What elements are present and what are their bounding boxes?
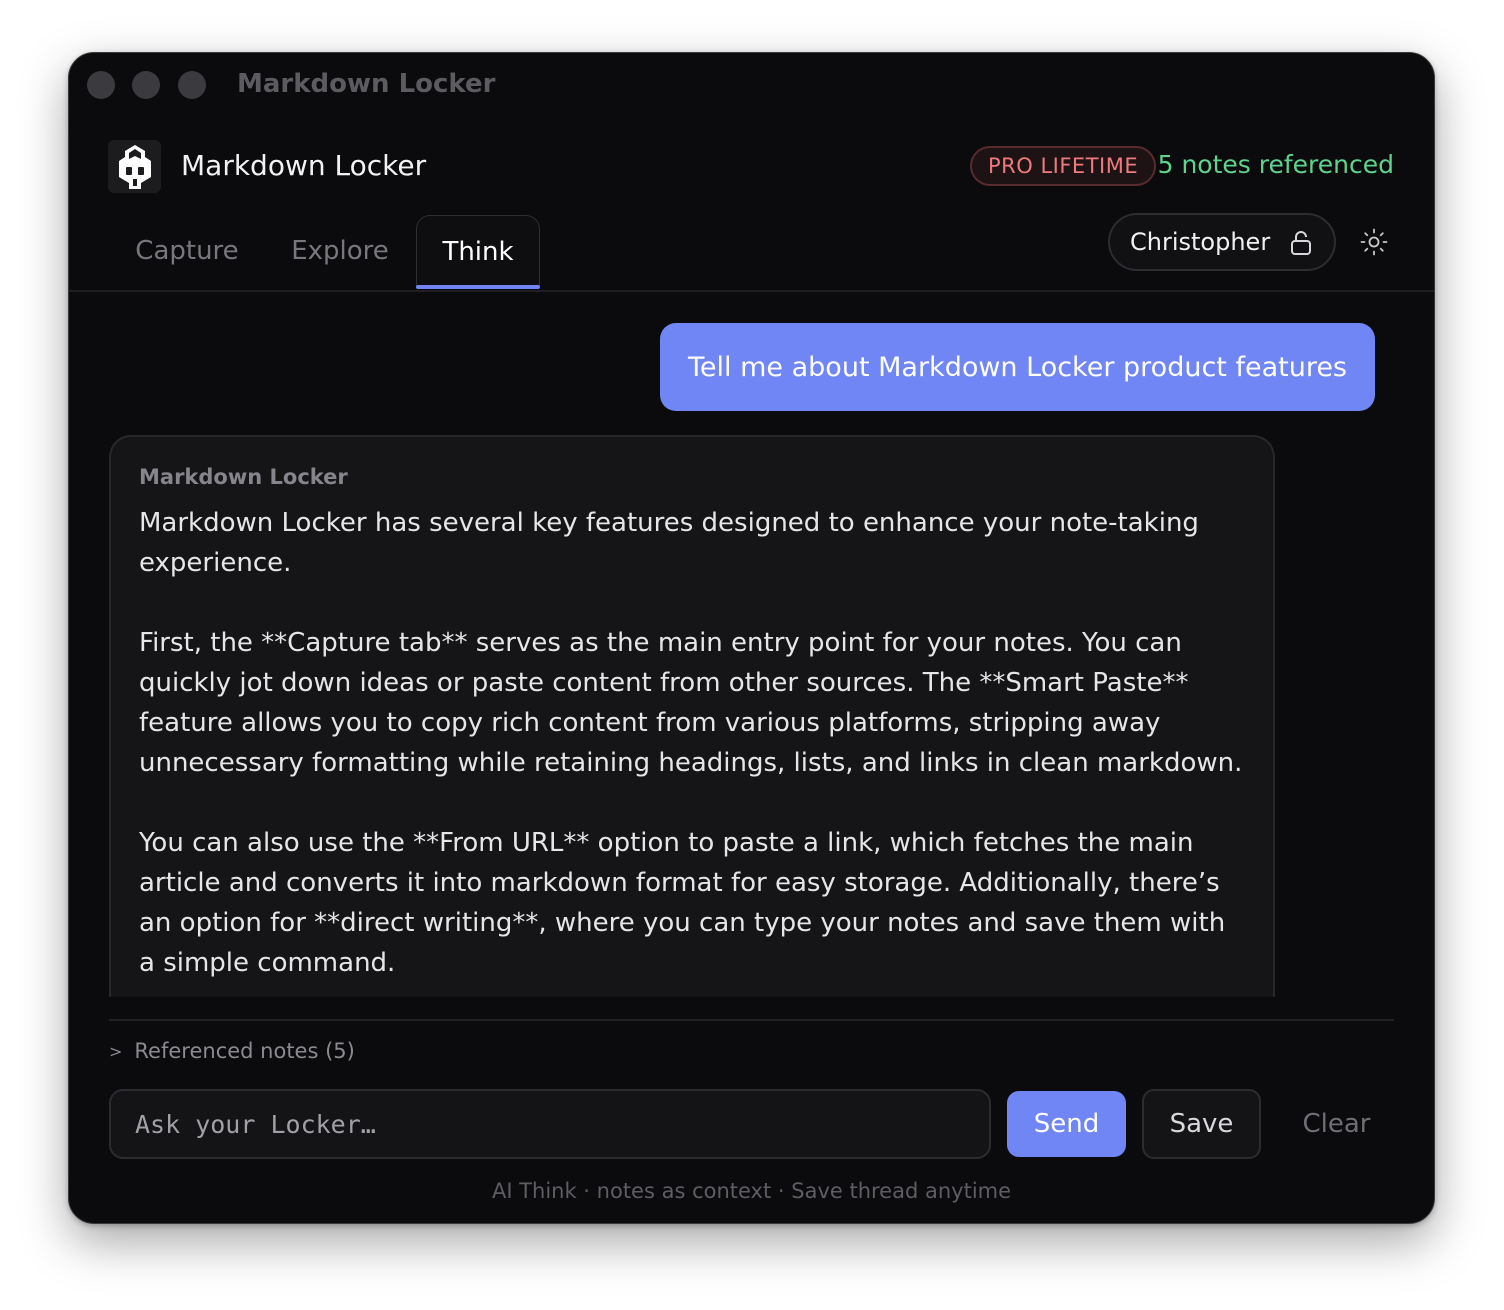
sun-icon[interactable] [1359, 227, 1389, 257]
tab-capture[interactable]: Capture [113, 215, 261, 287]
footer-note: AI Think · notes as context · Save threa… [491, 1179, 1012, 1203]
composer-divider [109, 1019, 1394, 1021]
window-title: Markdown Locker [237, 69, 496, 99]
app-window: Markdown Locker Markdown Locker PRO LIFE… [68, 52, 1435, 1224]
tab-explore[interactable]: Explore [269, 215, 411, 287]
chevron-right-icon: > [109, 1041, 123, 1061]
header-divider [69, 290, 1434, 292]
assistant-paragraph: Markdown Locker has several key features… [139, 508, 1199, 578]
clear-button[interactable]: Clear [1277, 1089, 1396, 1159]
assistant-text: Markdown Locker has several key features… [139, 503, 1245, 983]
user-name: Christopher [1130, 228, 1271, 256]
assistant-name: Markdown Locker [139, 465, 348, 489]
user-switcher[interactable]: Christopher [1108, 213, 1336, 271]
notes-referenced-status: 5 notes referenced [1157, 150, 1394, 179]
referenced-notes-toggle[interactable]: > Referenced notes (5) [109, 1039, 355, 1063]
assistant-paragraph: First, the **Capture tab** serves as the… [139, 628, 1243, 778]
plan-badge: PRO LIFETIME [970, 146, 1157, 186]
ask-input[interactable] [109, 1089, 991, 1159]
tab-think[interactable]: Think [416, 215, 540, 289]
assistant-paragraph: You can also use the **From URL** option… [139, 828, 1226, 978]
referenced-notes-label: Referenced notes (5) [134, 1039, 355, 1063]
save-button[interactable]: Save [1142, 1089, 1261, 1159]
user-message: Tell me about Markdown Locker product fe… [660, 323, 1375, 411]
send-button[interactable]: Send [1007, 1091, 1126, 1157]
minimize-window-button[interactable] [132, 71, 160, 99]
title-bar: Markdown Locker [69, 53, 1434, 117]
assistant-message: Markdown Locker Markdown Locker has seve… [109, 435, 1275, 997]
close-window-button[interactable] [87, 71, 115, 99]
unlocked-lock-icon [1290, 230, 1312, 262]
app-name: Markdown Locker [181, 149, 427, 182]
zoom-window-button[interactable] [178, 71, 206, 99]
app-logo-icon [108, 140, 161, 193]
